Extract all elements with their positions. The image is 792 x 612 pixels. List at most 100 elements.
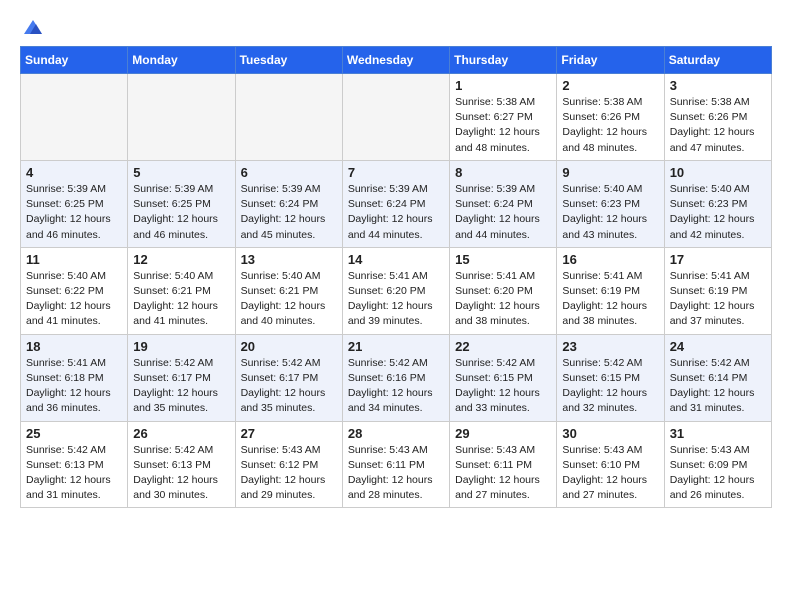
day-info: Sunrise: 5:42 AMSunset: 6:13 PMDaylight:… [133, 443, 229, 504]
calendar-cell: 20 Sunrise: 5:42 AMSunset: 6:17 PMDayligh… [235, 334, 342, 421]
day-info: Sunrise: 5:42 AMSunset: 6:15 PMDaylight:… [562, 356, 658, 417]
calendar-cell: 9 Sunrise: 5:40 AMSunset: 6:23 PMDaylight… [557, 160, 664, 247]
day-info: Sunrise: 5:41 AMSunset: 6:18 PMDaylight:… [26, 356, 122, 417]
header [20, 16, 772, 38]
calendar-cell: 15 Sunrise: 5:41 AMSunset: 6:20 PMDayligh… [450, 247, 557, 334]
calendar-row: 25 Sunrise: 5:42 AMSunset: 6:13 PMDayligh… [21, 421, 772, 508]
calendar-cell: 24 Sunrise: 5:42 AMSunset: 6:14 PMDayligh… [664, 334, 771, 421]
calendar-cell: 29 Sunrise: 5:43 AMSunset: 6:11 PMDayligh… [450, 421, 557, 508]
calendar-row: 18 Sunrise: 5:41 AMSunset: 6:18 PMDayligh… [21, 334, 772, 421]
day-info: Sunrise: 5:42 AMSunset: 6:16 PMDaylight:… [348, 356, 444, 417]
day-number: 24 [670, 339, 766, 354]
logo-icon [22, 16, 44, 38]
calendar-cell: 16 Sunrise: 5:41 AMSunset: 6:19 PMDayligh… [557, 247, 664, 334]
day-number: 20 [241, 339, 337, 354]
col-header-sunday: Sunday [21, 47, 128, 74]
day-number: 29 [455, 426, 551, 441]
day-info: Sunrise: 5:41 AMSunset: 6:20 PMDaylight:… [455, 269, 551, 330]
day-number: 19 [133, 339, 229, 354]
day-info: Sunrise: 5:39 AMSunset: 6:24 PMDaylight:… [241, 182, 337, 243]
calendar-cell: 12 Sunrise: 5:40 AMSunset: 6:21 PMDayligh… [128, 247, 235, 334]
day-number: 2 [562, 78, 658, 93]
day-number: 7 [348, 165, 444, 180]
calendar-cell: 18 Sunrise: 5:41 AMSunset: 6:18 PMDayligh… [21, 334, 128, 421]
calendar-cell: 21 Sunrise: 5:42 AMSunset: 6:16 PMDayligh… [342, 334, 449, 421]
calendar-cell: 23 Sunrise: 5:42 AMSunset: 6:15 PMDayligh… [557, 334, 664, 421]
day-info: Sunrise: 5:38 AMSunset: 6:26 PMDaylight:… [670, 95, 766, 156]
day-info: Sunrise: 5:40 AMSunset: 6:21 PMDaylight:… [133, 269, 229, 330]
calendar-cell: 13 Sunrise: 5:40 AMSunset: 6:21 PMDayligh… [235, 247, 342, 334]
day-number: 26 [133, 426, 229, 441]
calendar-cell: 3 Sunrise: 5:38 AMSunset: 6:26 PMDaylight… [664, 74, 771, 161]
calendar-cell: 14 Sunrise: 5:41 AMSunset: 6:20 PMDayligh… [342, 247, 449, 334]
col-header-saturday: Saturday [664, 47, 771, 74]
calendar-row: 11 Sunrise: 5:40 AMSunset: 6:22 PMDayligh… [21, 247, 772, 334]
day-number: 18 [26, 339, 122, 354]
day-info: Sunrise: 5:43 AMSunset: 6:11 PMDaylight:… [348, 443, 444, 504]
day-info: Sunrise: 5:40 AMSunset: 6:21 PMDaylight:… [241, 269, 337, 330]
day-number: 13 [241, 252, 337, 267]
day-info: Sunrise: 5:42 AMSunset: 6:13 PMDaylight:… [26, 443, 122, 504]
calendar-cell: 25 Sunrise: 5:42 AMSunset: 6:13 PMDayligh… [21, 421, 128, 508]
day-info: Sunrise: 5:39 AMSunset: 6:24 PMDaylight:… [455, 182, 551, 243]
calendar-header-row: SundayMondayTuesdayWednesdayThursdayFrid… [21, 47, 772, 74]
day-number: 15 [455, 252, 551, 267]
day-info: Sunrise: 5:39 AMSunset: 6:24 PMDaylight:… [348, 182, 444, 243]
day-number: 16 [562, 252, 658, 267]
day-number: 23 [562, 339, 658, 354]
day-info: Sunrise: 5:40 AMSunset: 6:23 PMDaylight:… [670, 182, 766, 243]
page: SundayMondayTuesdayWednesdayThursdayFrid… [0, 0, 792, 524]
day-info: Sunrise: 5:42 AMSunset: 6:17 PMDaylight:… [241, 356, 337, 417]
calendar-cell [235, 74, 342, 161]
calendar-cell: 19 Sunrise: 5:42 AMSunset: 6:17 PMDayligh… [128, 334, 235, 421]
day-info: Sunrise: 5:39 AMSunset: 6:25 PMDaylight:… [133, 182, 229, 243]
day-info: Sunrise: 5:43 AMSunset: 6:11 PMDaylight:… [455, 443, 551, 504]
day-info: Sunrise: 5:40 AMSunset: 6:22 PMDaylight:… [26, 269, 122, 330]
logo [20, 16, 44, 38]
calendar-cell: 2 Sunrise: 5:38 AMSunset: 6:26 PMDaylight… [557, 74, 664, 161]
calendar-cell: 6 Sunrise: 5:39 AMSunset: 6:24 PMDaylight… [235, 160, 342, 247]
calendar-cell: 17Sunrise: 5:41 AMSunset: 6:19 PMDayligh… [664, 247, 771, 334]
day-info: Sunrise: 5:38 AMSunset: 6:26 PMDaylight:… [562, 95, 658, 156]
col-header-wednesday: Wednesday [342, 47, 449, 74]
calendar-row: 1Sunrise: 5:38 AMSunset: 6:27 PMDaylight… [21, 74, 772, 161]
day-number: 10 [670, 165, 766, 180]
day-info: Sunrise: 5:42 AMSunset: 6:14 PMDaylight:… [670, 356, 766, 417]
day-number: 6 [241, 165, 337, 180]
day-number: 5 [133, 165, 229, 180]
calendar-cell: 10 Sunrise: 5:40 AMSunset: 6:23 PMDayligh… [664, 160, 771, 247]
day-info: Sunrise: 5:43 AMSunset: 6:12 PMDaylight:… [241, 443, 337, 504]
calendar-cell: 28 Sunrise: 5:43 AMSunset: 6:11 PMDayligh… [342, 421, 449, 508]
day-number: 11 [26, 252, 122, 267]
day-info: Sunrise: 5:41 AMSunset: 6:20 PMDaylight:… [348, 269, 444, 330]
calendar-cell: 26 Sunrise: 5:42 AMSunset: 6:13 PMDayligh… [128, 421, 235, 508]
calendar-cell: 30Sunrise: 5:43 AMSunset: 6:10 PMDayligh… [557, 421, 664, 508]
calendar-cell: 8Sunrise: 5:39 AMSunset: 6:24 PMDaylight… [450, 160, 557, 247]
calendar-cell [21, 74, 128, 161]
day-number: 28 [348, 426, 444, 441]
calendar-row: 4 Sunrise: 5:39 AMSunset: 6:25 PMDaylight… [21, 160, 772, 247]
day-info: Sunrise: 5:41 AMSunset: 6:19 PMDaylight:… [562, 269, 658, 330]
day-number: 22 [455, 339, 551, 354]
calendar-cell: 27Sunrise: 5:43 AMSunset: 6:12 PMDayligh… [235, 421, 342, 508]
calendar-cell [128, 74, 235, 161]
day-number: 14 [348, 252, 444, 267]
day-number: 25 [26, 426, 122, 441]
day-number: 3 [670, 78, 766, 93]
day-number: 9 [562, 165, 658, 180]
day-info: Sunrise: 5:42 AMSunset: 6:17 PMDaylight:… [133, 356, 229, 417]
day-info: Sunrise: 5:38 AMSunset: 6:27 PMDaylight:… [455, 95, 551, 156]
day-number: 12 [133, 252, 229, 267]
day-info: Sunrise: 5:43 AMSunset: 6:09 PMDaylight:… [670, 443, 766, 504]
day-number: 17 [670, 252, 766, 267]
calendar-cell [342, 74, 449, 161]
day-number: 21 [348, 339, 444, 354]
day-info: Sunrise: 5:42 AMSunset: 6:15 PMDaylight:… [455, 356, 551, 417]
day-number: 31 [670, 426, 766, 441]
calendar-cell: 5 Sunrise: 5:39 AMSunset: 6:25 PMDaylight… [128, 160, 235, 247]
day-number: 4 [26, 165, 122, 180]
col-header-monday: Monday [128, 47, 235, 74]
calendar-cell: 11 Sunrise: 5:40 AMSunset: 6:22 PMDayligh… [21, 247, 128, 334]
day-info: Sunrise: 5:40 AMSunset: 6:23 PMDaylight:… [562, 182, 658, 243]
calendar-cell: 7 Sunrise: 5:39 AMSunset: 6:24 PMDaylight… [342, 160, 449, 247]
